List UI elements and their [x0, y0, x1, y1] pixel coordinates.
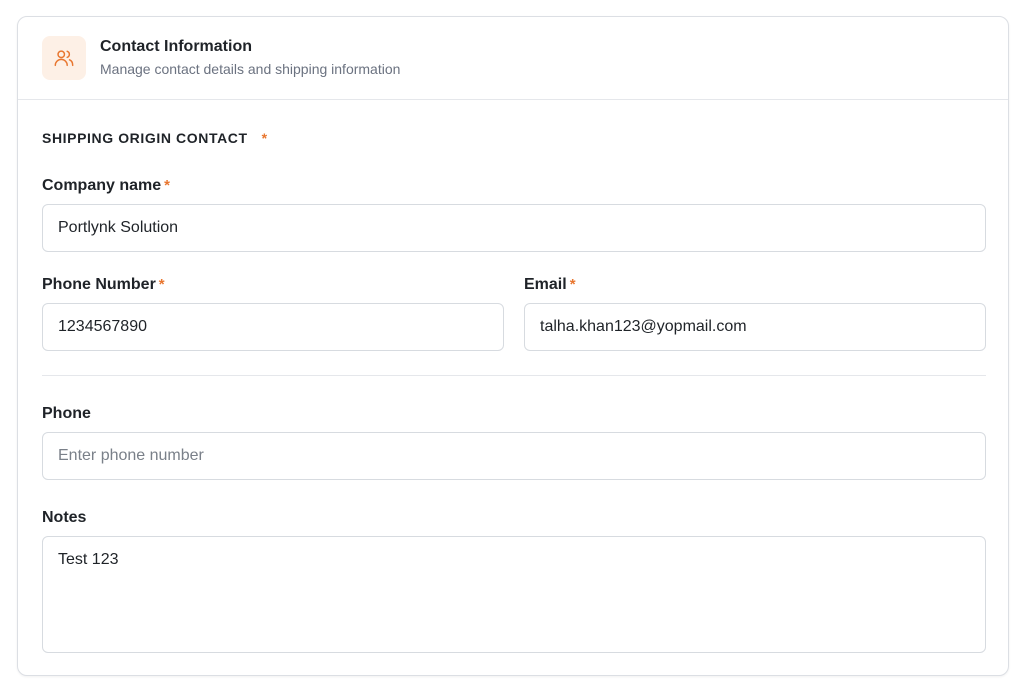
- email-label-text: Email: [524, 276, 567, 293]
- section-title: SHIPPING ORIGIN CONTACT *: [42, 130, 268, 146]
- email-label: Email *: [524, 275, 576, 295]
- required-asterisk: *: [164, 177, 170, 194]
- divider: [42, 375, 986, 376]
- required-asterisk: *: [158, 276, 165, 293]
- contact-information-card: Contact Information Manage contact detai…: [17, 16, 1009, 676]
- card-subtitle: Manage contact details and shipping info…: [100, 61, 401, 77]
- email-input[interactable]: [524, 303, 986, 351]
- card-title: Contact Information: [100, 38, 252, 55]
- card-header: Contact Information Manage contact detai…: [18, 17, 1008, 100]
- phone-label-text: Phone: [42, 405, 91, 422]
- phone-number-label-text: Phone Number: [42, 276, 156, 293]
- company-name-label: Company name *: [42, 176, 170, 196]
- required-asterisk: *: [569, 276, 576, 293]
- company-name-label-text: Company name: [42, 177, 162, 194]
- header-text: Contact Information Manage contact detai…: [100, 37, 400, 79]
- phone-number-label: Phone Number *: [42, 275, 165, 295]
- company-name-input[interactable]: [42, 204, 986, 252]
- notes-textarea[interactable]: Test 123: [42, 536, 986, 653]
- notes-label-text: Notes: [42, 509, 87, 526]
- section-title-text: SHIPPING ORIGIN CONTACT: [42, 130, 248, 146]
- notes-label: Notes: [42, 508, 86, 528]
- users-icon: [42, 36, 86, 80]
- required-asterisk: *: [261, 130, 268, 146]
- phone-number-input[interactable]: [42, 303, 504, 351]
- phone-input[interactable]: [42, 432, 986, 480]
- phone-label: Phone: [42, 404, 91, 424]
